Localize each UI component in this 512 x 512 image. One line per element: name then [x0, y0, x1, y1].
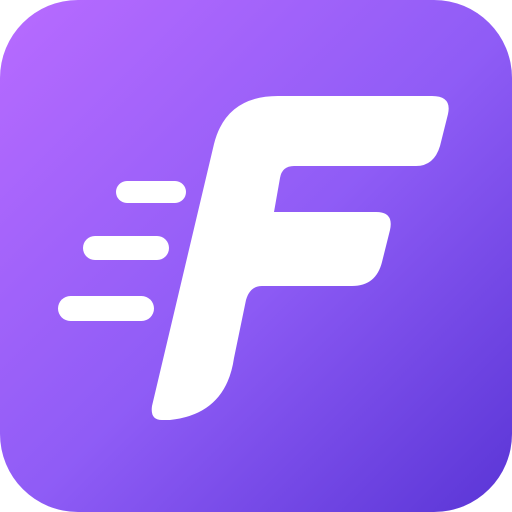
speed-line-top: [116, 181, 186, 203]
app-icon-graphic: [0, 0, 512, 512]
speed-line-bottom: [58, 296, 154, 321]
speed-line-middle: [83, 236, 169, 260]
app-icon: [0, 0, 512, 512]
